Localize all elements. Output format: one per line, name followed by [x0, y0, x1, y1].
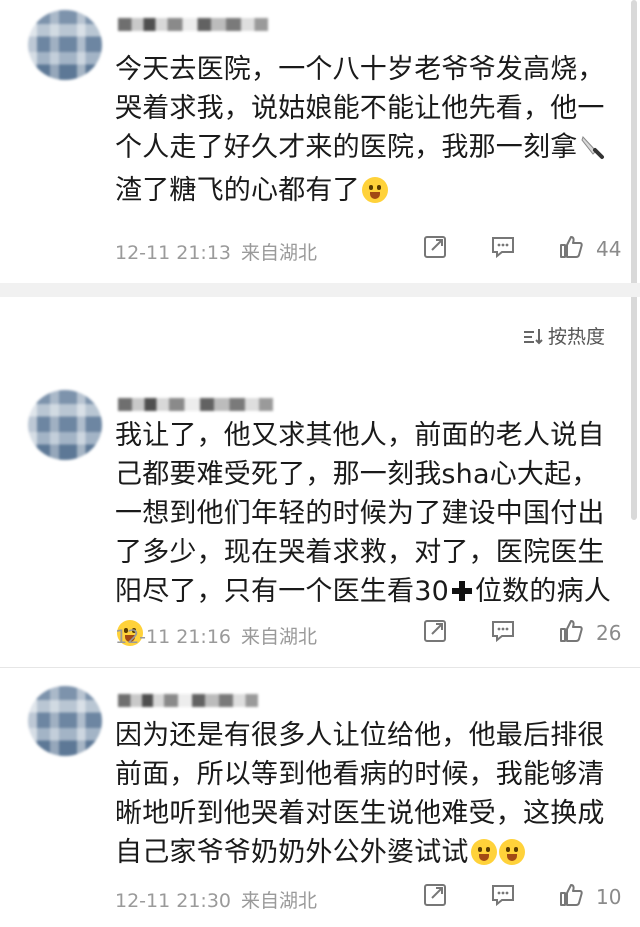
share-icon[interactable]: [420, 232, 450, 262]
face-emoji-icon: [498, 839, 525, 865]
avatar[interactable]: [28, 10, 102, 80]
thumbs-up-icon[interactable]: [556, 232, 586, 262]
plus-emoji-icon: [450, 575, 474, 614]
comment-actions: 10: [0, 880, 640, 916]
comment-actions: 26: [0, 616, 640, 652]
username-blurred[interactable]: [118, 18, 268, 31]
username-blurred[interactable]: [118, 694, 258, 707]
like-count: 44: [596, 237, 622, 261]
comment-text: 今天去医院，一个八十岁老爷爷发高烧，哭着求我，说姑娘能不能让他先看，他一个人走了…: [115, 54, 605, 206]
thumbs-up-icon[interactable]: [556, 616, 586, 646]
share-icon[interactable]: [420, 616, 450, 646]
comment-text: 因为还是有很多人让位给他，他最后排很前面，所以等到他看病的时候，我能够清晰地听到…: [115, 720, 605, 868]
share-icon[interactable]: [420, 880, 450, 910]
sort-button[interactable]: 按热度: [522, 322, 605, 349]
like-count: 10: [596, 885, 622, 909]
face-emoji-icon: [361, 177, 388, 203]
like-count: 26: [596, 621, 622, 645]
sort-icon: [524, 328, 543, 344]
thumbs-up-icon[interactable]: [556, 880, 586, 910]
face-emoji-icon: [470, 839, 497, 865]
section-divider: [0, 283, 640, 297]
comment-separator: [0, 667, 640, 668]
comment-icon[interactable]: [488, 616, 518, 646]
comment-actions: 44: [0, 232, 640, 268]
avatar[interactable]: [28, 686, 102, 756]
sort-label: 按热度: [548, 326, 606, 348]
username-blurred[interactable]: [118, 398, 273, 411]
comment-icon[interactable]: [488, 232, 518, 262]
avatar[interactable]: [28, 390, 102, 460]
comment-icon[interactable]: [488, 880, 518, 910]
knife-emoji-icon: [579, 132, 605, 171]
